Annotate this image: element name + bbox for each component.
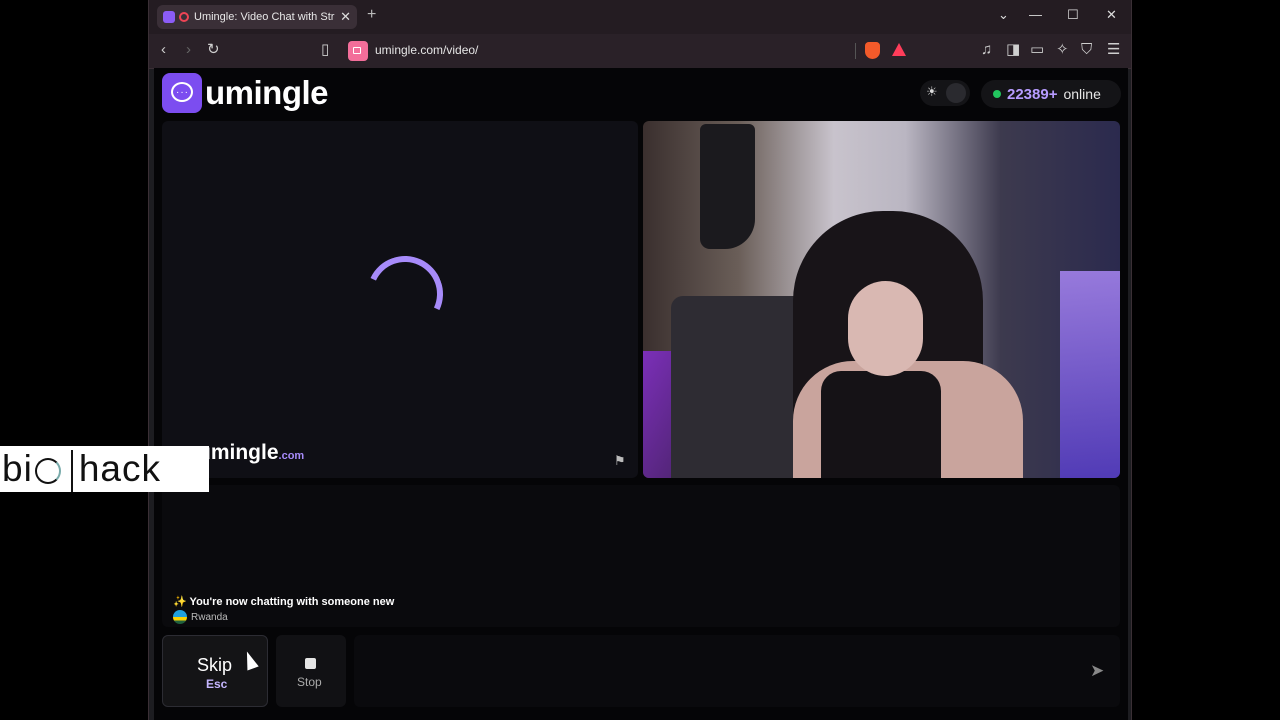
leo-ai-icon[interactable]: ✧ [1056, 40, 1069, 60]
skip-button[interactable]: Skip Esc [162, 635, 268, 707]
browser-toolbar: ‹ › ↻ ▯ umingle.com/video/ ♫ ◨ ▭ ✧ ⛉ ☰ [149, 34, 1131, 69]
watermark-o-icon [34, 458, 61, 485]
self-video [643, 121, 1120, 478]
stranger-video: umingle.com ⚑ [162, 121, 638, 478]
vpn-icon[interactable]: ⛉ [1081, 40, 1092, 60]
video-coat [700, 124, 755, 249]
watermark-right-text: hack [78, 448, 161, 489]
address-bar[interactable]: umingle.com/video/ [375, 43, 478, 57]
site-favicon-icon [163, 11, 175, 23]
recording-icon [179, 12, 189, 22]
minimize-icon[interactable]: — [1029, 7, 1042, 22]
watermark-suffix: .com [278, 450, 305, 462]
online-badge: 22389+ online [981, 80, 1121, 108]
sun-icon: ☀ [926, 84, 938, 99]
new-tab-icon[interactable]: + [367, 6, 376, 24]
chevron-down-icon[interactable]: ⌄ [998, 7, 1009, 23]
sidebar-icon[interactable]: ◨ [1006, 40, 1020, 60]
country-indicator: Rwanda [173, 610, 228, 624]
menu-icon[interactable]: ☰ [1107, 40, 1120, 60]
loading-spinner-icon [356, 245, 454, 343]
brave-rewards-icon[interactable] [892, 43, 906, 56]
reload-icon[interactable]: ↻ [207, 40, 220, 60]
media-icon[interactable]: ♫ [981, 40, 992, 60]
bookmark-icon[interactable]: ▯ [321, 40, 329, 60]
browser-window: Umingle: Video Chat with Str ✕ + ⌄ — ☐ ✕… [148, 0, 1132, 720]
channel-watermark: bi hack [0, 446, 209, 493]
tab-strip: Umingle: Video Chat with Str ✕ + ⌄ — ☐ ✕ [149, 0, 1131, 34]
maximize-icon[interactable]: ☐ [1067, 7, 1079, 23]
close-tab-icon[interactable]: ✕ [340, 9, 351, 25]
stop-label: Stop [297, 675, 322, 689]
online-label: online [1063, 86, 1101, 102]
skip-shortcut: Esc [206, 677, 228, 691]
watermark-text: umingle [198, 441, 279, 464]
video-watermark: umingle.com [198, 441, 304, 465]
video-light [1060, 271, 1120, 478]
logo-chat-icon[interactable]: ··· [162, 73, 202, 113]
video-person-top [821, 371, 941, 478]
close-window-icon[interactable]: ✕ [1106, 7, 1117, 23]
chat-log: ✨ You're now chatting with someone new R… [162, 485, 1120, 627]
watermark-divider [70, 450, 73, 493]
back-icon[interactable]: ‹ [161, 40, 166, 60]
country-name: Rwanda [191, 611, 228, 623]
system-message: ✨ You're now chatting with someone new [173, 596, 395, 608]
watermark-left-text: bi [2, 448, 33, 489]
online-count: 22389+ [1007, 85, 1058, 103]
theme-toggle[interactable]: ☀ [920, 80, 970, 106]
wallet-icon[interactable]: ▭ [1030, 40, 1044, 60]
url-favicon-icon [348, 41, 368, 61]
active-tab[interactable]: Umingle: Video Chat with Str ✕ [157, 5, 357, 29]
stop-button[interactable]: Stop [276, 635, 346, 707]
online-dot-icon [993, 90, 1001, 98]
skip-label: Skip [197, 655, 233, 675]
logo-text[interactable]: umingle [205, 74, 329, 112]
forward-icon[interactable]: › [186, 40, 191, 60]
country-flag-icon [173, 610, 187, 624]
tab-title: Umingle: Video Chat with Str [194, 11, 335, 23]
brave-shields-icon[interactable] [865, 42, 880, 59]
toggle-knob [946, 83, 966, 103]
stop-icon [305, 658, 316, 669]
message-input[interactable] [354, 635, 1120, 707]
page-content: ··· umingle ☀ 22389+ online umingle.com … [154, 68, 1128, 720]
report-flag-icon[interactable]: ⚑ [614, 453, 626, 469]
toolbar-divider [855, 43, 856, 59]
send-icon[interactable]: ➤ [1090, 661, 1104, 681]
video-person-face [848, 281, 923, 376]
